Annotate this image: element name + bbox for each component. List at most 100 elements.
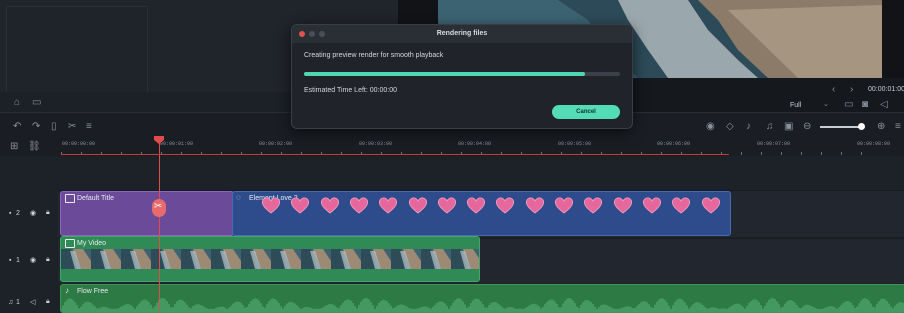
lock-icon[interactable]: 🔒︎ [46, 256, 50, 264]
video-thumbnail [361, 249, 391, 269]
mix-icon[interactable]: ♫ [766, 121, 774, 133]
playhead[interactable] [159, 140, 160, 311]
heart-sticker [291, 197, 310, 214]
speaker-icon[interactable]: ◁ [30, 298, 35, 306]
video-thumbnail [151, 249, 181, 269]
ruler-tick [761, 152, 762, 155]
lock-icon[interactable]: 🔒︎ [46, 298, 50, 306]
track-header-1: ▪ 1 ◉ 🔒︎ [0, 238, 58, 282]
ruler-tick [741, 152, 742, 155]
dialog-titlebar: Rendering files [292, 25, 632, 43]
playhead-handle[interactable] [154, 136, 164, 144]
track-number: 1 [16, 257, 20, 264]
element-icon: ◌ [236, 193, 241, 202]
new-folder-icon[interactable]: ⌂ [14, 97, 20, 109]
video-thumbnail [241, 249, 271, 269]
track-header-audio: ♫ 1 ◁ 🔒︎ [0, 284, 58, 311]
title-clip[interactable]: Default Title [60, 191, 234, 236]
eye-icon[interactable]: ◉ [30, 209, 36, 217]
render-progress-fill [304, 72, 586, 76]
music-icon: ♫ [8, 299, 14, 306]
ruler-tick [781, 152, 782, 155]
video-thumbnail [331, 249, 361, 269]
heart-sticker [496, 197, 515, 214]
heart-sticker [554, 197, 574, 214]
render-icon[interactable]: ◉ [706, 121, 715, 133]
ruler-tick [821, 152, 822, 155]
dialog-title: Rendering files [436, 30, 488, 37]
ruler-tick [841, 152, 842, 155]
microphone-icon[interactable]: ♪ [746, 121, 751, 133]
ruler-tick-label: 00:00:04:00 [458, 141, 492, 147]
ruler-tick-label: 00:00:03:00 [359, 141, 393, 147]
snapshot-icon[interactable]: ◙ [862, 99, 868, 111]
heart-sticker [701, 197, 720, 214]
caption-icon[interactable]: ▣ [784, 121, 793, 133]
video-thumbnail [271, 249, 301, 269]
track-type-icon: ▪ [9, 210, 12, 217]
prev-frame-icon[interactable]: ‹ [832, 84, 835, 96]
zoom-slider-handle[interactable] [858, 123, 865, 130]
undo-icon[interactable]: ↶ [13, 121, 21, 133]
cut-icon[interactable]: ✂ [68, 121, 76, 133]
track-type-icon: ▪ [9, 257, 12, 264]
timeline-tracks: ▪ 2 ◉ 🔒︎ Default Title ◌ Element Love 2 … [0, 156, 904, 313]
audio-clip[interactable]: ♪ Flow Free [60, 284, 904, 313]
redo-icon[interactable]: ↷ [32, 121, 40, 133]
preview-timecode: 00:00:01:00 [868, 86, 904, 93]
video-clip[interactable]: My Video [60, 236, 480, 282]
clip-label: My Video [77, 240, 107, 247]
menu-icon[interactable]: ≡ [895, 121, 901, 133]
audio-waveform [61, 298, 904, 312]
chevron-down-icon[interactable]: ⌄ [823, 99, 829, 111]
heart-sticker [408, 197, 427, 214]
video-thumbnail [91, 249, 121, 269]
lock-icon[interactable]: 🔒︎ [46, 209, 50, 217]
quality-select[interactable]: Full [790, 100, 801, 112]
track-number: 1 [16, 299, 20, 306]
heart-sticker [672, 197, 691, 214]
heart-sticker [525, 197, 544, 214]
dialog-message: Creating preview render for smooth playb… [304, 52, 444, 59]
heart-sticker [613, 197, 632, 214]
element-clip[interactable]: ◌ Element Love 2 [232, 191, 731, 236]
ruler-tick-label: 00:00:06:00 [657, 141, 691, 147]
heart-sticker [261, 197, 281, 214]
heart-sticker [349, 197, 369, 214]
video-thumbnail [61, 249, 91, 269]
video-thumbnail [301, 249, 331, 269]
next-frame-icon[interactable]: › [850, 84, 853, 96]
ruler-tick [861, 152, 862, 155]
clip-label: Default Title [77, 195, 114, 202]
time-left-text: Estimated Time Left: 00:00:00 [304, 87, 397, 94]
monitor-icon[interactable]: ▭ [844, 99, 853, 111]
add-track-icon[interactable]: ⊞ [10, 141, 18, 153]
volume-icon[interactable]: ◁ [880, 99, 888, 111]
adjust-icon[interactable]: ≡ [86, 121, 92, 133]
video-thumbnail [391, 249, 421, 269]
ruler-tick-label: 00:00:02:00 [259, 141, 293, 147]
render-needed-bar [61, 154, 729, 155]
cancel-button[interactable]: Cancel [552, 105, 620, 119]
delete-icon[interactable]: ▯ [51, 121, 57, 133]
zoom-slider[interactable] [820, 126, 862, 128]
ruler-tick-label: 00:00:01:00 [160, 141, 194, 147]
shield-icon[interactable]: ◇ [726, 121, 734, 133]
ruler-tick-label: 00:00:08:00 [857, 141, 891, 147]
eye-icon[interactable]: ◉ [30, 256, 36, 264]
zoom-in-icon[interactable]: ⊕ [877, 121, 885, 133]
ruler-tick-label: 00:00:00:00 [62, 141, 96, 147]
waveform-path [61, 298, 904, 312]
heart-sticker [437, 197, 456, 214]
ruler-tick [801, 152, 802, 155]
clip-label: Flow Free [77, 288, 109, 295]
split-marker-icon[interactable]: ✂ [152, 199, 166, 217]
folder-icon[interactable]: ▭ [32, 97, 41, 109]
heart-sticker [320, 197, 339, 214]
render-progress-bar [304, 72, 620, 76]
track-number: 2 [16, 210, 20, 217]
heart-sticker [642, 197, 662, 214]
video-icon [65, 239, 75, 248]
link-icon[interactable]: ⛓ [28, 141, 41, 153]
zoom-out-icon[interactable]: ⊖ [803, 121, 811, 133]
